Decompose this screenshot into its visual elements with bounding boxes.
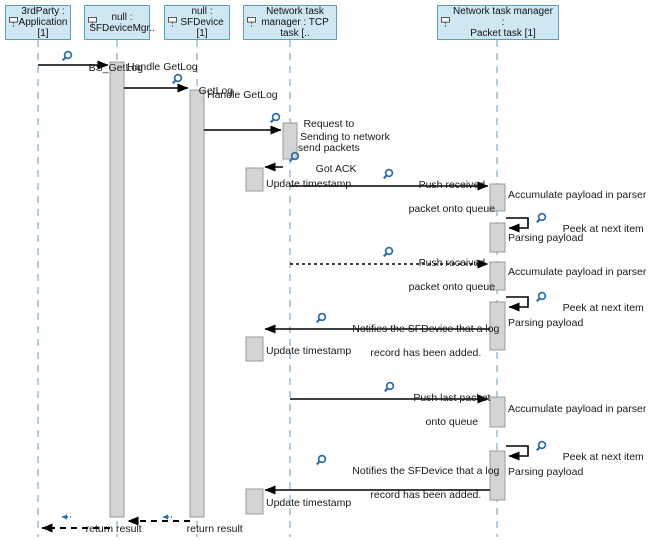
magnifier-icon-m9 — [315, 312, 327, 324]
sequence-diagram-canvas: 3rdParty : Application [1] null : SFDevi… — [0, 0, 650, 540]
execution-label-update-timestamp-2-text: Update timestamp — [266, 345, 352, 357]
activation-bar-dev-update-1 — [245, 167, 264, 192]
object-node-icon — [441, 16, 450, 27]
message-label-return-result-mgr-app-text: return result — [85, 523, 142, 535]
magnifier-icon-m6 — [535, 212, 547, 224]
message-label-return-result-dev-mgr-text: return result — [186, 523, 243, 535]
execution-label-parsing-3-text: Parsing payload — [508, 466, 584, 478]
message-label-notifies-2-line2: record has been added. — [370, 489, 482, 501]
execution-label-accumulate-3[interactable]: Accumulate payload in parser — [508, 403, 646, 415]
lifeline-header-mgr[interactable]: null : SFDeviceMgr.. — [84, 5, 155, 40]
execution-label-parsing-3[interactable]: Parsing payload — [508, 466, 583, 478]
execution-label-accumulate-1[interactable]: Accumulate payload in parser — [508, 189, 646, 201]
return-arrow-icon-m14 — [62, 514, 71, 520]
message-label-return-result-dev-mgr[interactable]: return result — [175, 511, 243, 540]
execution-label-accumulate-2[interactable]: Accumulate payload in parser — [508, 266, 646, 278]
execution-label-handle-getlog-dev[interactable]: Handle GetLog — [207, 89, 278, 101]
message-label-peek-3-text: Peek at next item — [562, 451, 644, 463]
magnifier-icon-m3 — [269, 112, 281, 124]
execution-label-parsing-2-text: Parsing payload — [508, 317, 584, 329]
lifeline-header-dev-line2: SFDevice [1] — [180, 17, 224, 39]
lifeline-header-tcp-line2: manager : TCP task [.. — [261, 17, 329, 39]
object-node-icon — [88, 16, 97, 27]
magnifier-icon-m2 — [171, 73, 183, 85]
lifeline-header-dev-line1: null : — [191, 6, 213, 17]
execution-label-update-timestamp-3[interactable]: Update timestamp — [266, 497, 351, 509]
magnifier-icon-m7 — [382, 246, 394, 258]
execution-label-parsing-1-text: Parsing payload — [508, 232, 584, 244]
execution-label-sending-to-network[interactable]: Sending to network — [300, 131, 390, 143]
execution-label-update-timestamp-2[interactable]: Update timestamp — [266, 345, 351, 357]
lifeline-header-app-text: 3rdParty : Application [1] — [19, 6, 68, 39]
lifeline-header-mgr-line1: null : — [111, 11, 133, 23]
magnifier-icon-m5 — [382, 168, 394, 180]
object-node-icon — [247, 16, 256, 27]
activation-bar-dev-update-2 — [245, 336, 264, 362]
execution-label-accumulate-2-text: Accumulate payload in parser — [508, 266, 647, 278]
message-label-notifies-1-line1: Notifies the SFDevice that a log — [352, 323, 500, 335]
execution-label-accumulate-1-text: Accumulate payload in parser — [508, 189, 647, 201]
execution-label-update-timestamp-1[interactable]: Update timestamp — [266, 178, 351, 190]
execution-label-accumulate-3-text: Accumulate payload in parser — [508, 403, 647, 415]
message-label-peek-2-text: Peek at next item — [562, 302, 644, 314]
magnifier-icon-m12 — [315, 454, 327, 466]
activation-bar-dev-update-3 — [245, 488, 264, 515]
lifeline-header-app-line2: Application [1] — [18, 17, 68, 39]
activation-bar-mgr-handle-getlog — [109, 61, 125, 518]
lifeline-header-pkt-line2: Packet task [1] — [470, 28, 536, 39]
message-label-push-last-packet-line1: Push last packet — [413, 392, 491, 404]
self-message-peek-2 — [506, 296, 529, 312]
message-label-push-received-2-line2: packet onto queue — [408, 281, 496, 293]
message-label-push-received-2-line1: Push received — [418, 257, 486, 269]
lifeline-header-pkt-line1: Network task manager : — [452, 6, 554, 28]
message-label-push-received-1-line1: Push received — [418, 179, 486, 191]
self-message-peek-1 — [506, 217, 529, 233]
lifeline-header-tcp[interactable]: Network task manager : TCP task [.. — [243, 5, 337, 40]
lifeline-header-dev[interactable]: null : SFDevice [1] — [164, 5, 230, 40]
message-label-push-received-1[interactable]: Push received packet onto queue — [396, 167, 496, 227]
execution-label-parsing-1[interactable]: Parsing payload — [508, 232, 583, 244]
lifeline-header-tcp-line1: Network task — [266, 6, 324, 17]
lifeline-header-dev-text: null : SFDevice [1] — [178, 6, 226, 39]
magnifier-icon-m1 — [61, 50, 73, 62]
lifeline-header-tcp-text: Network task manager : TCP task [.. — [257, 6, 333, 39]
message-label-request-send-packets-line1: Request to — [303, 118, 355, 130]
lifeline-header-app[interactable]: 3rdParty : Application [1] — [5, 5, 71, 40]
magnifier-icon-m10 — [383, 381, 395, 393]
message-label-got-ack-text: Got ACK — [315, 163, 357, 175]
message-label-return-result-mgr-app[interactable]: return result — [74, 511, 142, 540]
message-label-push-last-packet[interactable]: Push last packet onto queue — [398, 380, 494, 440]
lifeline-header-pkt[interactable]: Network task manager : Packet task [1] — [437, 5, 559, 40]
message-label-notifies-1[interactable]: Notifies the SFDevice that a log record … — [330, 311, 510, 371]
message-label-push-last-packet-line2: onto queue — [425, 416, 479, 428]
message-label-push-received-1-line2: packet onto queue — [408, 203, 496, 215]
execution-label-handle-getlog-mgr-text: Handle GetLog — [127, 61, 198, 73]
magnifier-icon-m11 — [535, 440, 547, 452]
message-label-push-received-2[interactable]: Push received packet onto queue — [396, 245, 496, 305]
execution-label-update-timestamp-3-text: Update timestamp — [266, 497, 352, 509]
message-label-notifies-2[interactable]: Notifies the SFDevice that a log record … — [330, 453, 510, 513]
magnifier-icon-m8 — [535, 291, 547, 303]
activation-bar-dev-handle-getlog — [189, 89, 205, 518]
return-arrow-icon-m13 — [163, 514, 172, 520]
lifeline-header-mgr-text: null : SFDeviceMgr.. — [89, 12, 155, 34]
execution-label-handle-getlog-dev-text: Handle GetLog — [207, 89, 278, 101]
lifeline-header-pkt-text: Network task manager : Packet task [1] — [451, 6, 555, 39]
execution-label-update-timestamp-1-text: Update timestamp — [266, 178, 352, 190]
object-node-icon — [168, 16, 177, 27]
execution-label-handle-getlog-mgr[interactable]: Handle GetLog — [127, 61, 198, 73]
message-label-notifies-2-line1: Notifies the SFDevice that a log — [352, 465, 500, 477]
execution-label-sending-to-network-text: Sending to network — [300, 131, 390, 143]
lifeline-header-mgr-line2: SFDeviceMgr.. — [89, 22, 155, 34]
lifeline-header-app-line1: 3rdParty : — [21, 6, 65, 17]
object-node-icon — [9, 16, 18, 27]
execution-label-parsing-2[interactable]: Parsing payload — [508, 317, 583, 329]
message-label-notifies-1-line2: record has been added. — [370, 347, 482, 359]
